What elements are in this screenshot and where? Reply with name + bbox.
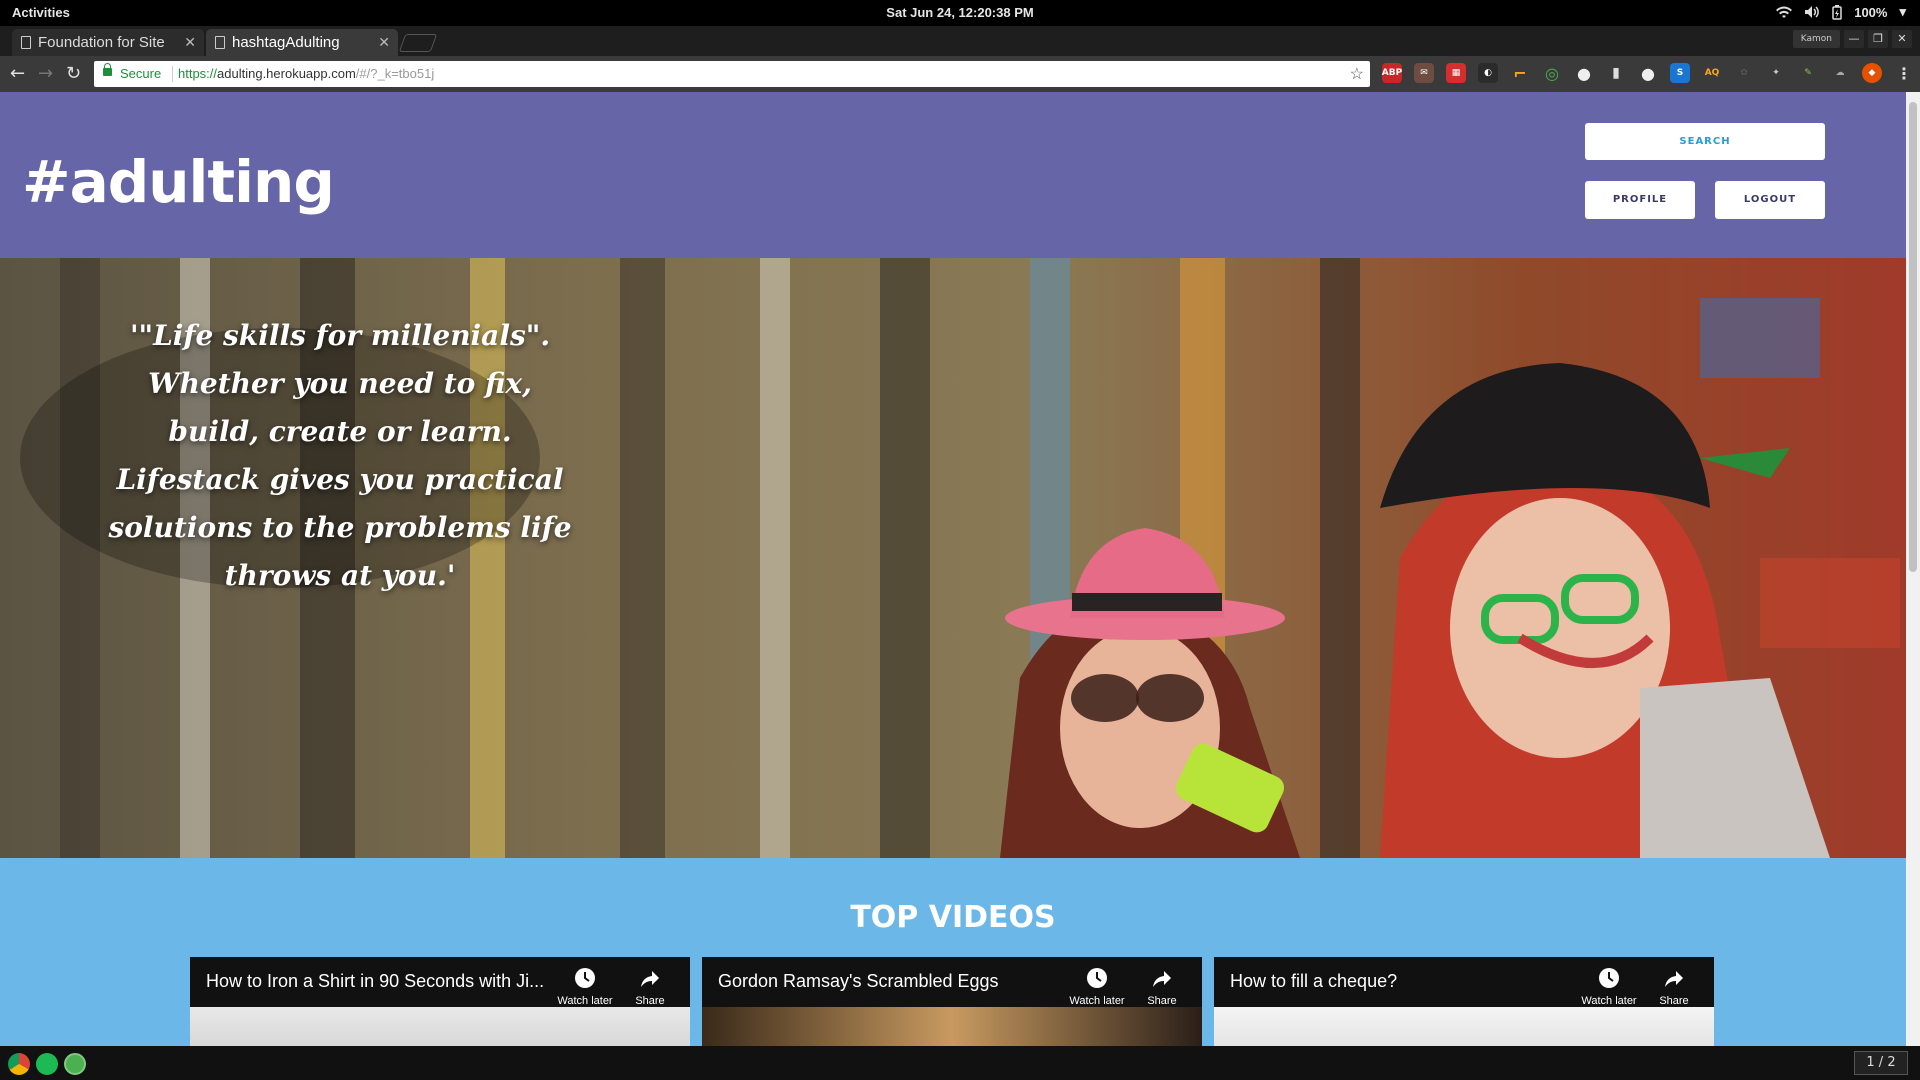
- scrollbar-thumb[interactable]: [1909, 102, 1917, 572]
- extension-icon[interactable]: ◐: [1478, 63, 1498, 83]
- tab-title: Foundation for Site: [38, 34, 165, 51]
- extension-icon[interactable]: ▦: [1446, 63, 1466, 83]
- system-top-bar: Activities Sat Jun 24, 12:20:38 PM 100% …: [0, 0, 1920, 26]
- share-button[interactable]: Share: [620, 967, 680, 1007]
- divider: [172, 66, 173, 82]
- watch-later-label: Watch later: [557, 995, 613, 1007]
- extension-icon[interactable]: S: [1670, 63, 1690, 83]
- section-title: TOP VIDEOS: [850, 900, 1056, 935]
- reload-icon[interactable]: ↻: [66, 64, 81, 84]
- video-thumbnail[interactable]: [1214, 1007, 1714, 1046]
- tab-hashtag-adulting[interactable]: hashtagAdulting ✕: [206, 29, 398, 56]
- video-title[interactable]: How to fill a cheque?: [1230, 971, 1580, 992]
- restore-icon[interactable]: ❐: [1868, 30, 1888, 48]
- adblock-plus-icon[interactable]: ABP: [1382, 63, 1402, 83]
- bottom-dock: 1 / 2: [0, 1046, 1920, 1080]
- share-icon: [1665, 971, 1683, 987]
- close-icon[interactable]: ✕: [184, 29, 196, 56]
- share-button[interactable]: Share: [1644, 967, 1704, 1007]
- watch-later-label: Watch later: [1581, 995, 1637, 1007]
- url-path: /#/?_k=tbo51j: [355, 66, 435, 81]
- browser-toolbar: ← → ↻ Secure https://adulting.herokuapp.…: [0, 56, 1920, 92]
- chrome-icon[interactable]: [8, 1053, 30, 1075]
- video-thumbnail[interactable]: [702, 1007, 1202, 1046]
- battery-percent: 100%: [1854, 4, 1888, 20]
- hero-banner: '"Life skills for millenials". Whether y…: [0, 258, 1906, 858]
- battery-icon: [1832, 4, 1842, 20]
- forward-arrow-icon[interactable]: →: [38, 64, 53, 84]
- site-header: #adulting SEARCH PROFILE LOGOUT: [0, 92, 1906, 258]
- app-icon[interactable]: [64, 1053, 86, 1075]
- page-viewport: #adulting SEARCH PROFILE LOGOUT '"Life s…: [0, 92, 1906, 1046]
- clock-icon: [1087, 968, 1107, 988]
- video-card[interactable]: How to fill a cheque? Watch later Share: [1214, 957, 1714, 1046]
- watch-later-button[interactable]: Watch later: [1579, 967, 1639, 1007]
- extension-icon[interactable]: ☁: [1830, 63, 1850, 83]
- close-window-icon[interactable]: ✕: [1892, 30, 1912, 48]
- bookmark-star-icon[interactable]: ☆: [1350, 64, 1364, 84]
- workspace-pager[interactable]: 1 / 2: [1854, 1051, 1908, 1075]
- url-scheme: https://: [178, 66, 218, 81]
- share-icon: [1153, 971, 1171, 987]
- page-icon: [21, 36, 31, 49]
- extension-icon[interactable]: ●: [1574, 63, 1594, 83]
- secure-label: Secure: [120, 66, 162, 81]
- url-text[interactable]: https://adulting.herokuapp.com/#/?_k=tbo…: [178, 66, 434, 81]
- chevron-down-icon: ▾: [1899, 4, 1906, 19]
- window-controls: Kamon — ❐ ✕: [1792, 30, 1912, 48]
- top-videos-section: TOP VIDEOS How to Iron a Shirt in 90 Sec…: [0, 858, 1906, 1046]
- extension-icon[interactable]: ✿: [1734, 63, 1754, 83]
- video-title[interactable]: How to Iron a Shirt in 90 Seconds with J…: [206, 971, 556, 992]
- logout-button[interactable]: LOGOUT: [1715, 181, 1825, 219]
- extension-icons: ABP ✉ ▦ ◐ ⌐ ◎ ● ▮ ● S AQ ✿ ✦ ✎ ☁ ◆ ⋮: [1382, 63, 1914, 83]
- system-tray[interactable]: 100% ▾: [1776, 4, 1906, 20]
- back-arrow-icon[interactable]: ←: [10, 64, 25, 84]
- lock-icon: [103, 63, 112, 76]
- share-label: Share: [1147, 995, 1177, 1007]
- extension-icon[interactable]: ⌐: [1510, 63, 1530, 83]
- video-card[interactable]: Gordon Ramsay's Scrambled Eggs Watch lat…: [702, 957, 1202, 1046]
- profile-chip[interactable]: Kamon: [1792, 30, 1840, 48]
- spotify-icon[interactable]: [36, 1053, 58, 1075]
- video-thumbnail[interactable]: [190, 1007, 690, 1046]
- watch-later-label: Watch later: [1069, 995, 1125, 1007]
- watch-later-button[interactable]: Watch later: [555, 967, 615, 1007]
- share-button[interactable]: Share: [1132, 967, 1192, 1007]
- share-icon: [641, 971, 659, 987]
- extension-icon[interactable]: ✎: [1798, 63, 1818, 83]
- hero-quote: '"Life skills for millenials". Whether y…: [108, 319, 572, 592]
- extension-icon[interactable]: ✉: [1414, 63, 1434, 83]
- close-icon[interactable]: ✕: [378, 29, 390, 56]
- watch-later-button[interactable]: Watch later: [1067, 967, 1127, 1007]
- wifi-icon: [1776, 6, 1793, 18]
- clock-icon: [1599, 968, 1619, 988]
- extension-icon[interactable]: ●: [1638, 63, 1658, 83]
- share-label: Share: [1659, 995, 1689, 1007]
- browser-tab-strip: Foundation for Site ✕ hashtagAdulting ✕ …: [0, 26, 1920, 56]
- url-host: adulting.herokuapp.com: [217, 66, 356, 81]
- page-icon: [215, 36, 225, 49]
- minimize-icon[interactable]: —: [1844, 30, 1864, 48]
- search-button[interactable]: SEARCH: [1585, 123, 1825, 160]
- profile-button[interactable]: PROFILE: [1585, 181, 1695, 219]
- extension-icon[interactable]: AQ: [1702, 63, 1722, 83]
- new-tab-button[interactable]: [398, 34, 438, 52]
- site-logo[interactable]: #adulting: [22, 148, 335, 216]
- video-title[interactable]: Gordon Ramsay's Scrambled Eggs: [718, 971, 1068, 992]
- system-clock[interactable]: Sat Jun 24, 12:20:38 PM: [0, 5, 1920, 20]
- address-bar[interactable]: Secure https://adulting.herokuapp.com/#/…: [94, 61, 1370, 87]
- menu-kebab-icon[interactable]: ⋮: [1894, 63, 1914, 83]
- page-scrollbar[interactable]: [1906, 92, 1920, 1046]
- tab-title: hashtagAdulting: [232, 34, 340, 51]
- video-card[interactable]: How to Iron a Shirt in 90 Seconds with J…: [190, 957, 690, 1046]
- extension-icon[interactable]: ◎: [1542, 63, 1562, 83]
- volume-icon: [1805, 6, 1820, 18]
- extension-icon[interactable]: ▮: [1606, 63, 1626, 83]
- extension-icon[interactable]: ◆: [1862, 63, 1882, 83]
- tab-foundation[interactable]: Foundation for Site ✕: [12, 29, 204, 56]
- share-label: Share: [635, 995, 665, 1007]
- clock-icon: [575, 968, 595, 988]
- extension-icon[interactable]: ✦: [1766, 63, 1786, 83]
